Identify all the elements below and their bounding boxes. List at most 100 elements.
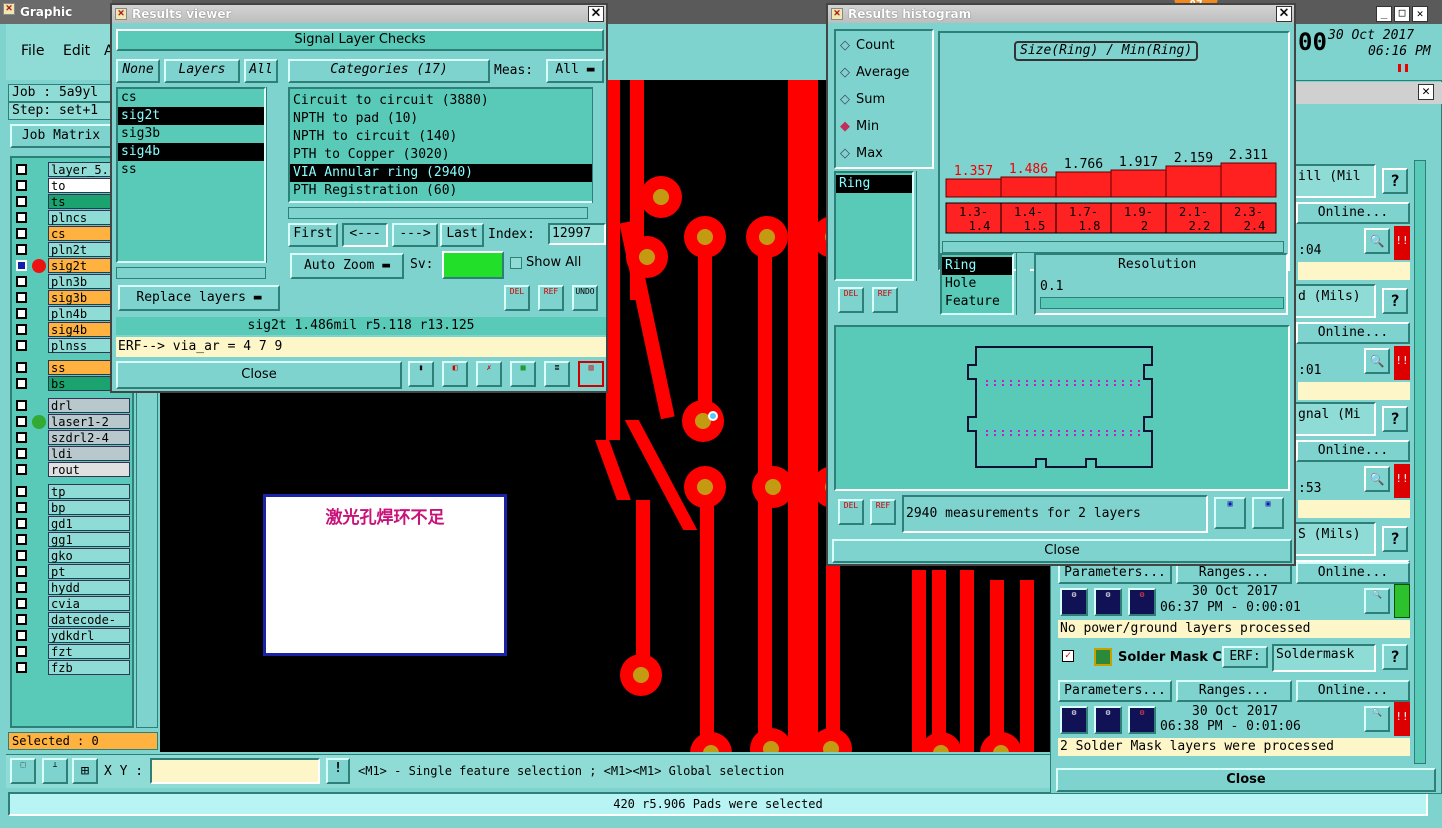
histogram-close-button[interactable]: Close <box>832 539 1292 563</box>
online-button[interactable]: Online... <box>1296 680 1410 702</box>
online-button[interactable]: Online... <box>1296 562 1410 584</box>
undo-icon[interactable]: UNDO <box>572 285 598 311</box>
layer-row[interactable]: pt <box>12 564 132 580</box>
layer-checkbox[interactable] <box>16 362 27 373</box>
via-pad[interactable] <box>750 728 792 752</box>
resolution-slider[interactable] <box>1040 297 1284 309</box>
layer-checkbox[interactable] <box>16 502 27 513</box>
max-button[interactable]: □ <box>1394 6 1410 22</box>
layer-checkbox[interactable] <box>16 550 27 561</box>
min-button[interactable]: _ <box>1376 6 1392 22</box>
layer-checkbox[interactable] <box>16 662 27 673</box>
all-button[interactable]: All <box>244 59 278 83</box>
layer-row[interactable]: datecode-pt <box>12 612 132 641</box>
via-pad[interactable] <box>690 732 732 752</box>
help-button[interactable]: ? <box>1382 644 1408 670</box>
layer-checkbox[interactable] <box>16 260 27 271</box>
zoom-icon[interactable]: 🔍 <box>1364 228 1390 254</box>
layer-checkbox[interactable] <box>16 378 27 389</box>
erf-value[interactable]: Soldermask <box>1272 644 1376 672</box>
histogram-bar[interactable] <box>1165 165 1222 198</box>
layers-hscroll[interactable] <box>116 267 266 279</box>
layer-row[interactable]: hydd <box>12 580 132 596</box>
checklist-scroll[interactable] <box>1414 160 1426 764</box>
layer-checkbox[interactable] <box>16 518 27 529</box>
layer-checkbox[interactable] <box>16 276 27 287</box>
layer-checkbox[interactable] <box>16 486 27 497</box>
via-pad[interactable] <box>920 732 962 752</box>
snap-icon[interactable]: ⊞ <box>72 758 98 784</box>
via-pad[interactable] <box>684 466 726 508</box>
layer-checkbox[interactable] <box>16 400 27 411</box>
online-button[interactable]: Online... <box>1296 202 1410 224</box>
layer-checkbox[interactable] <box>16 340 27 351</box>
layer-checkbox[interactable] <box>16 308 27 319</box>
histogram-bar[interactable] <box>1055 171 1112 198</box>
histogram-bar[interactable] <box>945 178 1002 198</box>
layer-checkbox[interactable] <box>16 244 27 255</box>
feature-list-item[interactable]: Feature <box>942 293 1012 311</box>
index-input[interactable]: 12997 <box>548 223 606 245</box>
run-icon[interactable]: ⚙ <box>1060 588 1088 616</box>
layer-row[interactable]: gg1 <box>12 532 132 548</box>
menu-file[interactable]: File <box>21 43 44 59</box>
close-editor-button[interactable]: ✕ <box>1412 6 1428 22</box>
category-list-item[interactable]: PTH to Copper (3020) <box>290 146 592 164</box>
export-icon[interactable]: ◧ <box>442 361 468 387</box>
help-button[interactable]: ? <box>1382 288 1408 314</box>
checklist-close-x[interactable]: ✕ <box>1418 84 1434 100</box>
next-button[interactable]: ---> <box>392 223 438 247</box>
layer-checkbox[interactable] <box>16 630 27 641</box>
report-icon[interactable]: ▮ <box>408 361 434 387</box>
auto-zoom-dropdown[interactable]: Auto Zoom ▬ <box>290 253 404 279</box>
layer-row[interactable]: fzt <box>12 644 132 660</box>
checklist-close-button[interactable]: Close <box>1056 768 1436 792</box>
mode-radio-min[interactable]: ◆ Min <box>840 118 879 136</box>
none-button[interactable]: None <box>116 59 160 83</box>
layer-row[interactable]: gd1 <box>12 516 132 532</box>
del-icon[interactable]: DEL <box>504 285 530 311</box>
online-button[interactable]: Online... <box>1296 440 1410 462</box>
layer-checkbox[interactable] <box>16 646 27 657</box>
measure-icon[interactable]: ⟂ <box>42 758 68 784</box>
categories-hscroll[interactable] <box>288 207 588 219</box>
zoom-icon[interactable]: 🔍 <box>1364 588 1390 614</box>
layer-checkbox[interactable] <box>16 598 27 609</box>
layer-checkbox[interactable] <box>16 180 27 191</box>
help-button[interactable]: ? <box>1382 168 1408 194</box>
mode-radio-count[interactable]: ◇ Count <box>840 37 895 55</box>
category-list-item[interactable]: NPTH to circuit (140) <box>290 128 592 146</box>
close-x-icon[interactable]: ✕ <box>1276 6 1292 22</box>
via-pad[interactable] <box>752 466 794 508</box>
feature-list[interactable]: Ring Hole Feature <box>940 253 1014 315</box>
histogram-titlebar[interactable]: ✕ Results histogram ✕ <box>828 5 1294 23</box>
layer-checkbox[interactable] <box>16 212 27 223</box>
ring-list-scrollbar[interactable] <box>916 171 930 281</box>
menu-edit[interactable]: Edit <box>63 43 90 59</box>
mode-radio-max[interactable]: ◇ Max <box>840 145 883 163</box>
layer-checkbox[interactable] <box>16 292 27 303</box>
feature-list-scrollbar[interactable] <box>1016 253 1030 315</box>
solder-checkbox[interactable]: ✓ <box>1062 650 1074 662</box>
parameters-button[interactable]: Parameters... <box>1058 680 1172 702</box>
via-pad[interactable] <box>620 654 662 696</box>
layers-list[interactable]: cs sig2t sig3b sig4b ss <box>116 87 266 263</box>
del-icon[interactable]: DEL <box>838 287 864 313</box>
stop-icon[interactable]: ⚙ <box>1128 706 1156 734</box>
job-matrix-button[interactable]: Job Matrix <box>10 124 112 148</box>
layer-row[interactable]: bp <box>12 500 132 516</box>
histogram-bar[interactable] <box>1000 176 1057 198</box>
help-button[interactable]: ? <box>1382 526 1408 552</box>
layer-row[interactable]: gko <box>12 548 132 564</box>
ring-list[interactable]: Ring <box>834 171 914 281</box>
layer-list-item[interactable]: sig4b <box>118 143 264 161</box>
layer-row[interactable]: ldi <box>12 446 132 462</box>
layer-row[interactable]: ydkdrl <box>12 628 132 644</box>
layer-checkbox[interactable] <box>16 164 27 175</box>
show-all-checkbox[interactable] <box>510 257 522 269</box>
mode-radio-sum[interactable]: ◇ Sum <box>840 91 885 109</box>
layer-checkbox[interactable] <box>16 196 27 207</box>
layer-checkbox[interactable] <box>16 566 27 577</box>
ranges-button[interactable]: Ranges... <box>1176 680 1292 702</box>
run-icon[interactable]: ⚙ <box>1060 706 1088 734</box>
